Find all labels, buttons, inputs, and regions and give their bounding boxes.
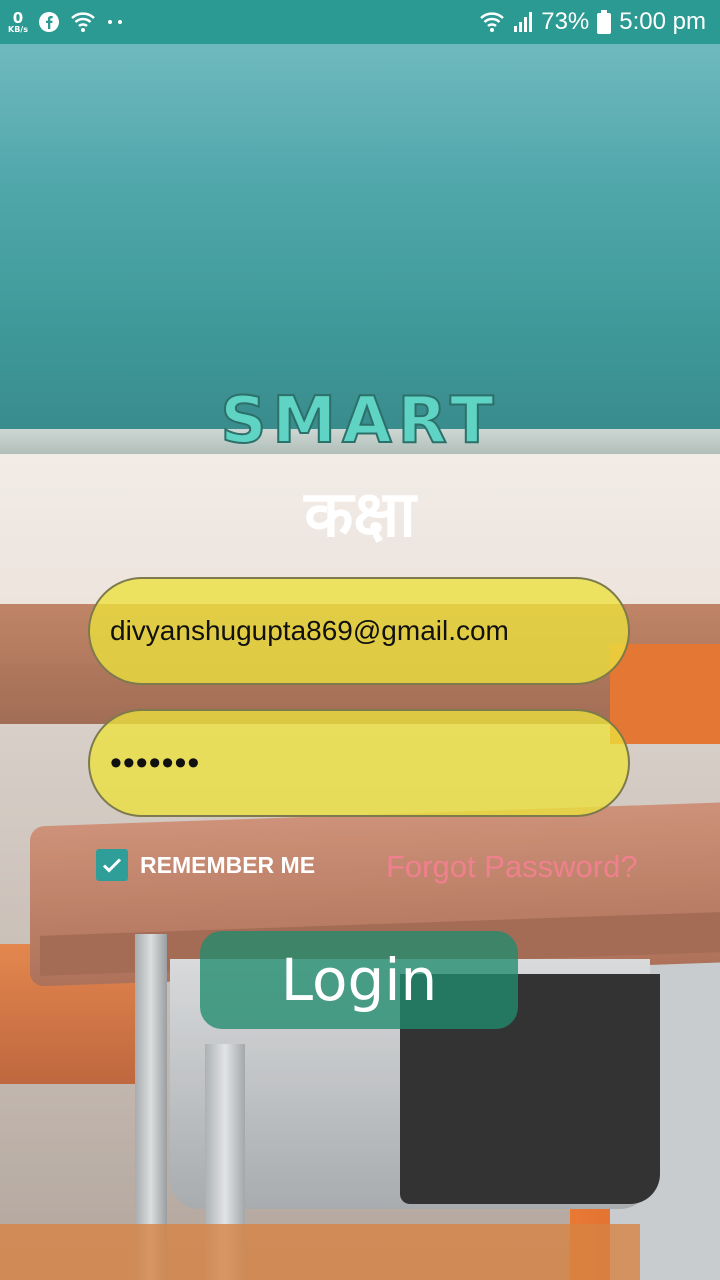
remember-me-checkbox[interactable] xyxy=(96,849,128,881)
net-speed-value: 0 xyxy=(12,8,24,27)
wifi-icon xyxy=(479,11,505,33)
email-input[interactable] xyxy=(108,614,612,648)
remember-me-row[interactable]: REMEMBER ME xyxy=(96,849,315,881)
checkmark-icon xyxy=(102,858,122,873)
battery-icon xyxy=(597,10,612,34)
forgot-password-link[interactable]: Forgot Password? xyxy=(386,849,638,885)
remember-me-label: REMEMBER ME xyxy=(140,851,316,878)
more-dots-icon xyxy=(106,17,124,27)
login-button[interactable]: Login xyxy=(200,931,518,1029)
login-screen: 0 KB/s 73% 5:00 pm SMART कक्षा divyanshu… xyxy=(0,0,720,1280)
password-field[interactable] xyxy=(88,709,630,817)
status-bar: 0 KB/s 73% 5:00 pm xyxy=(0,0,720,44)
app-logo-subtitle: कक्षा xyxy=(304,478,416,552)
clock: 5:00 pm xyxy=(619,8,706,35)
net-speed-unit: KB/s xyxy=(8,24,28,34)
wifi-icon xyxy=(70,11,96,33)
email-field[interactable] xyxy=(88,577,630,685)
app-logo-title: SMART xyxy=(219,383,500,459)
password-input[interactable] xyxy=(108,742,612,784)
net-speed: 0 KB/s xyxy=(8,8,28,34)
battery-percent: 73% xyxy=(541,8,590,35)
facebook-icon xyxy=(38,11,60,33)
signal-icon xyxy=(513,11,533,33)
